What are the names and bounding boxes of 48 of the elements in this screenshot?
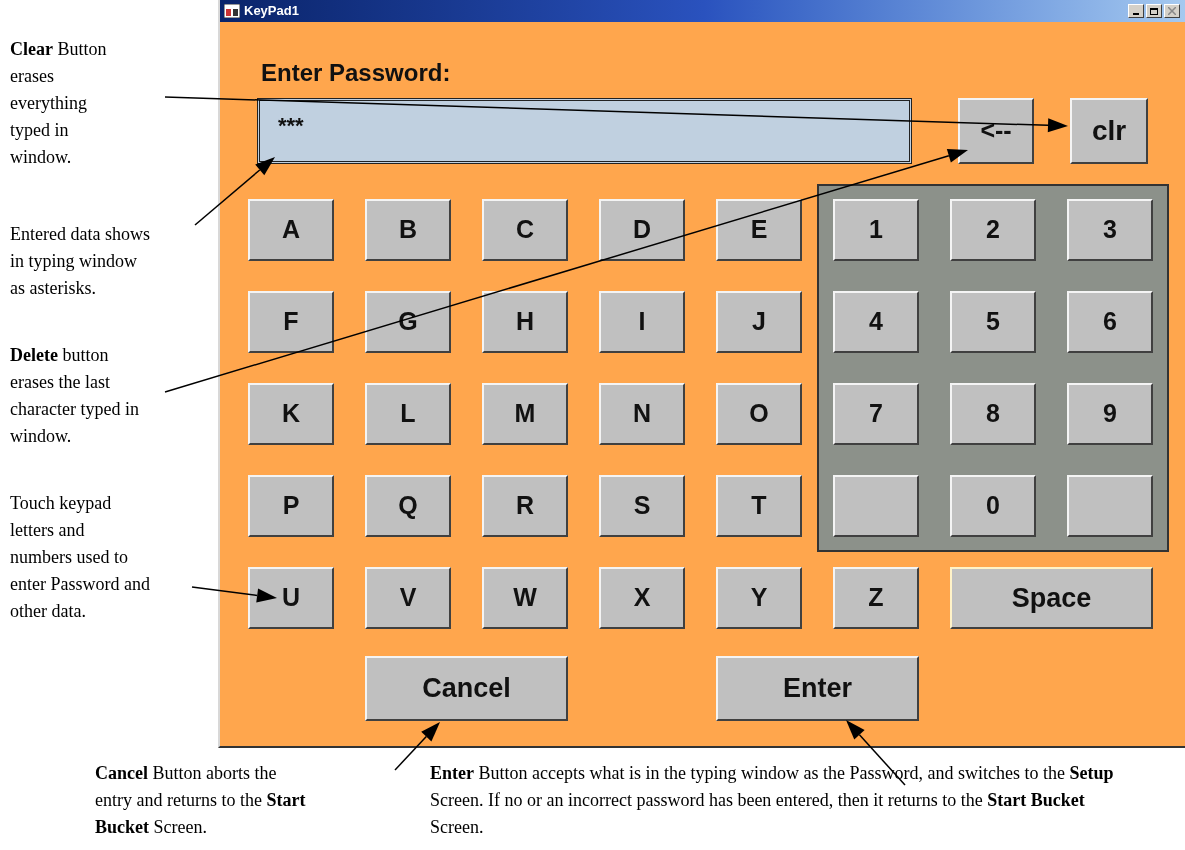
annotation-text: Touch keypad letters and numbers used to enter Password and other data. [10, 492, 150, 623]
cancel-button[interactable]: Cancel [365, 656, 568, 721]
number-key[interactable]: 9 [1067, 383, 1153, 445]
letter-key[interactable]: E [716, 199, 802, 261]
space-key[interactable]: Space [950, 567, 1153, 629]
number-key[interactable]: 5 [950, 291, 1036, 353]
window-title: KeyPad1 [244, 2, 299, 21]
letter-key[interactable]: V [365, 567, 451, 629]
letter-key[interactable]: J [716, 291, 802, 353]
letter-key[interactable]: C [482, 199, 568, 261]
number-key[interactable]: 7 [833, 383, 919, 445]
letter-key[interactable]: D [599, 199, 685, 261]
letter-key[interactable]: H [482, 291, 568, 353]
letter-key[interactable]: S [599, 475, 685, 537]
letter-key[interactable]: P [248, 475, 334, 537]
clear-button[interactable]: clr [1070, 98, 1148, 164]
annotation-text: Delete button erases the last character typed in window. [10, 344, 140, 448]
password-field[interactable]: *** [257, 98, 912, 164]
annotation-text: Cancel Button aborts the entry and returns to the Start Bucket Screen. [95, 762, 307, 839]
number-key[interactable]: 3 [1067, 199, 1153, 261]
number-key[interactable]: 4 [833, 291, 919, 353]
number-key[interactable]: 6 [1067, 291, 1153, 353]
annotation-text: Clear Button erases everything typed in window. [10, 38, 108, 169]
number-key[interactable]: 1 [833, 199, 919, 261]
letter-key[interactable]: U [248, 567, 334, 629]
prompt-label: Enter Password: [261, 58, 452, 88]
letter-key[interactable]: Y [716, 567, 802, 629]
letter-key[interactable]: O [716, 383, 802, 445]
number-key[interactable]: 0 [950, 475, 1036, 537]
enter-button[interactable]: Enter [716, 656, 919, 721]
letter-key[interactable]: W [482, 567, 568, 629]
letter-key[interactable]: F [248, 291, 334, 353]
letter-key[interactable]: N [599, 383, 685, 445]
letter-key[interactable]: L [365, 383, 451, 445]
letter-key[interactable]: A [248, 199, 334, 261]
backspace-button[interactable]: <-- [958, 98, 1034, 164]
letter-key[interactable]: I [599, 291, 685, 353]
annotation-text: Entered data shows in typing window as asterisks. [10, 223, 150, 300]
letter-key[interactable]: X [599, 567, 685, 629]
letter-key[interactable]: R [482, 475, 568, 537]
letter-key[interactable]: M [482, 383, 568, 445]
letter-key[interactable]: K [248, 383, 334, 445]
letter-key[interactable]: T [716, 475, 802, 537]
letter-key[interactable]: B [365, 199, 451, 261]
number-key[interactable]: 8 [950, 383, 1036, 445]
number-key[interactable]: 2 [950, 199, 1036, 261]
letter-key[interactable]: Q [365, 475, 451, 537]
letter-key[interactable]: Z [833, 567, 919, 629]
